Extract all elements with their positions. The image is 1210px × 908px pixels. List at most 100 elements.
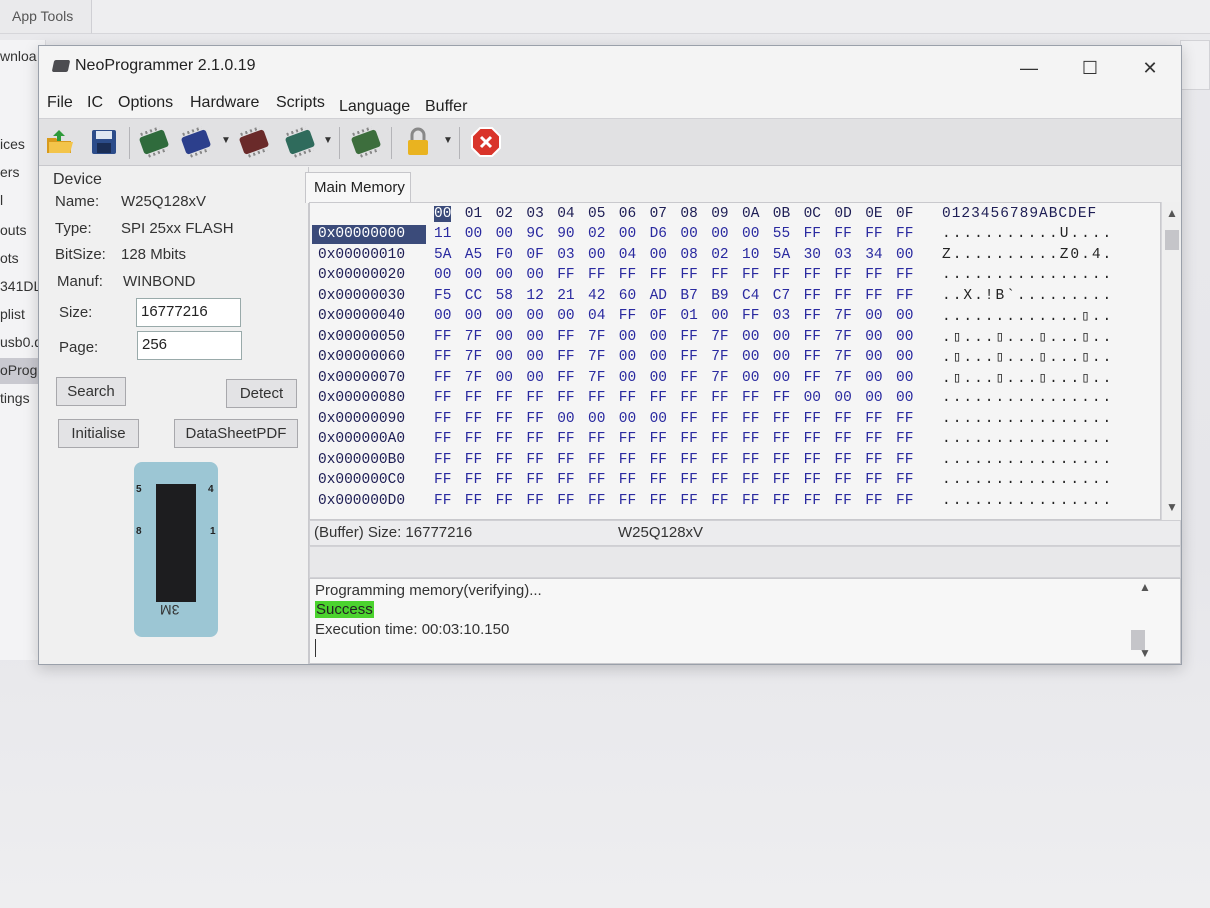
hex-byte[interactable]: FF <box>865 431 882 447</box>
hex-byte[interactable]: FF <box>619 472 636 488</box>
row-address[interactable]: 0x00000050 <box>312 328 426 347</box>
hex-byte[interactable]: FF <box>557 267 574 283</box>
lock-icon[interactable] <box>401 125 435 159</box>
hex-byte[interactable]: FF <box>557 349 574 365</box>
hex-byte[interactable]: FF <box>896 411 913 427</box>
hex-byte[interactable]: 21 <box>557 288 574 304</box>
datasheet-pdf-button[interactable]: DataSheetPDF <box>174 419 298 448</box>
hex-byte[interactable]: FF <box>742 431 759 447</box>
hex-byte[interactable]: FF <box>650 390 667 406</box>
verify-dropdown-arrow-icon[interactable]: ▼ <box>323 135 333 146</box>
hex-byte[interactable]: F5 <box>434 288 451 304</box>
hex-byte[interactable]: FF <box>434 493 451 509</box>
hex-byte[interactable]: 7F <box>465 329 482 345</box>
hex-byte[interactable]: 00 <box>896 370 913 386</box>
close-button[interactable]: ✕ <box>1135 58 1165 79</box>
hex-byte[interactable]: 60 <box>619 288 636 304</box>
hex-byte[interactable]: 00 <box>557 411 574 427</box>
scroll-thumb[interactable] <box>1165 230 1179 250</box>
hex-byte[interactable]: FF <box>804 370 821 386</box>
hex-byte[interactable]: C4 <box>742 288 759 304</box>
hex-byte[interactable]: 10 <box>742 247 759 263</box>
hex-scrollbar[interactable]: ▲ ▼ <box>1161 202 1181 520</box>
hex-byte[interactable]: FF <box>619 267 636 283</box>
column-header[interactable]: 09 <box>711 206 728 222</box>
hex-byte[interactable]: 7F <box>465 349 482 365</box>
hex-byte[interactable]: 00 <box>526 349 543 365</box>
hex-byte[interactable]: FF <box>465 411 482 427</box>
hex-byte[interactable]: FF <box>619 493 636 509</box>
hex-byte[interactable]: 00 <box>650 329 667 345</box>
title-bar[interactable]: NeoProgrammer 2.1.0.19 — ☐ ✕ <box>39 46 1181 94</box>
hex-byte[interactable]: FF <box>557 452 574 468</box>
ascii-cell[interactable]: .▯...▯...▯...▯.. <box>942 370 1113 387</box>
hex-byte[interactable]: 9C <box>526 226 543 242</box>
hex-byte[interactable]: FF <box>711 267 728 283</box>
hex-byte[interactable]: 00 <box>619 370 636 386</box>
hex-byte[interactable]: 00 <box>865 349 882 365</box>
ascii-cell[interactable]: .▯...▯...▯...▯.. <box>942 349 1113 366</box>
hex-byte[interactable]: FF <box>711 431 728 447</box>
menu-hardware[interactable]: Hardware <box>190 94 259 112</box>
read-chip-icon[interactable] <box>137 125 171 159</box>
hex-byte[interactable]: 00 <box>711 308 728 324</box>
hex-byte[interactable]: 00 <box>526 370 543 386</box>
stop-icon[interactable] <box>469 125 503 159</box>
log-output[interactable]: Programming memory(verifying)... Success… <box>309 578 1181 664</box>
auto-icon[interactable] <box>349 125 383 159</box>
column-header[interactable]: 03 <box>526 206 543 222</box>
splitter-area[interactable] <box>309 546 1181 578</box>
ascii-cell[interactable]: ................ <box>942 267 1113 283</box>
row-address[interactable]: 0x00000030 <box>312 287 426 306</box>
hex-byte[interactable]: FF <box>804 226 821 242</box>
detect-button[interactable]: Detect <box>226 379 297 408</box>
hex-byte[interactable]: 00 <box>496 349 513 365</box>
hex-byte[interactable]: FF <box>711 390 728 406</box>
hex-byte[interactable]: FF <box>650 493 667 509</box>
hex-byte[interactable]: FF <box>526 493 543 509</box>
hex-byte[interactable]: 03 <box>773 308 790 324</box>
hex-byte[interactable]: FF <box>773 431 790 447</box>
row-address[interactable]: 0x00000040 <box>312 307 426 326</box>
hex-byte[interactable]: 00 <box>896 390 913 406</box>
hex-byte[interactable]: 00 <box>434 308 451 324</box>
hex-editor[interactable]: 0123456789ABCDEF 00 01 02 03 04 05 06 07 08 09 0A 0… <box>309 202 1161 520</box>
hex-byte[interactable]: 01 <box>680 308 697 324</box>
column-header[interactable]: 0A <box>742 206 759 222</box>
hex-byte[interactable]: FF <box>619 308 636 324</box>
hex-byte[interactable]: 04 <box>619 247 636 263</box>
hex-byte[interactable]: FF <box>588 472 605 488</box>
ascii-cell[interactable]: ..X.!B`......... <box>942 288 1113 304</box>
hex-byte[interactable]: FF <box>742 267 759 283</box>
hex-byte[interactable]: 90 <box>557 226 574 242</box>
hex-byte[interactable]: FF <box>680 349 697 365</box>
hex-byte[interactable]: 00 <box>496 370 513 386</box>
hex-byte[interactable]: 7F <box>711 370 728 386</box>
hex-byte[interactable]: FF <box>434 349 451 365</box>
hex-byte[interactable]: FF <box>619 431 636 447</box>
hex-byte[interactable]: FF <box>896 452 913 468</box>
column-header[interactable]: 0B <box>773 206 790 222</box>
hex-byte[interactable]: FF <box>526 411 543 427</box>
hex-byte[interactable]: 00 <box>465 308 482 324</box>
hex-byte[interactable]: FF <box>434 431 451 447</box>
hex-byte[interactable]: 00 <box>742 370 759 386</box>
hex-byte[interactable]: FF <box>804 288 821 304</box>
hex-byte[interactable]: FF <box>465 390 482 406</box>
menu-options[interactable]: Options <box>118 94 173 112</box>
hex-byte[interactable]: FF <box>834 267 851 283</box>
hex-byte[interactable]: 00 <box>742 349 759 365</box>
hex-byte[interactable]: FF <box>742 452 759 468</box>
hex-byte[interactable]: 00 <box>896 329 913 345</box>
hex-byte[interactable]: 7F <box>465 370 482 386</box>
hex-byte[interactable]: FF <box>742 493 759 509</box>
hex-byte[interactable]: FF <box>773 267 790 283</box>
column-header[interactable]: 08 <box>680 206 697 222</box>
hex-byte[interactable]: FF <box>650 267 667 283</box>
hex-byte[interactable]: 00 <box>742 329 759 345</box>
hex-byte[interactable]: FF <box>804 267 821 283</box>
hex-byte[interactable]: B7 <box>680 288 697 304</box>
hex-byte[interactable]: 03 <box>557 247 574 263</box>
hex-byte[interactable]: 55 <box>773 226 790 242</box>
hex-byte[interactable]: FF <box>865 267 882 283</box>
